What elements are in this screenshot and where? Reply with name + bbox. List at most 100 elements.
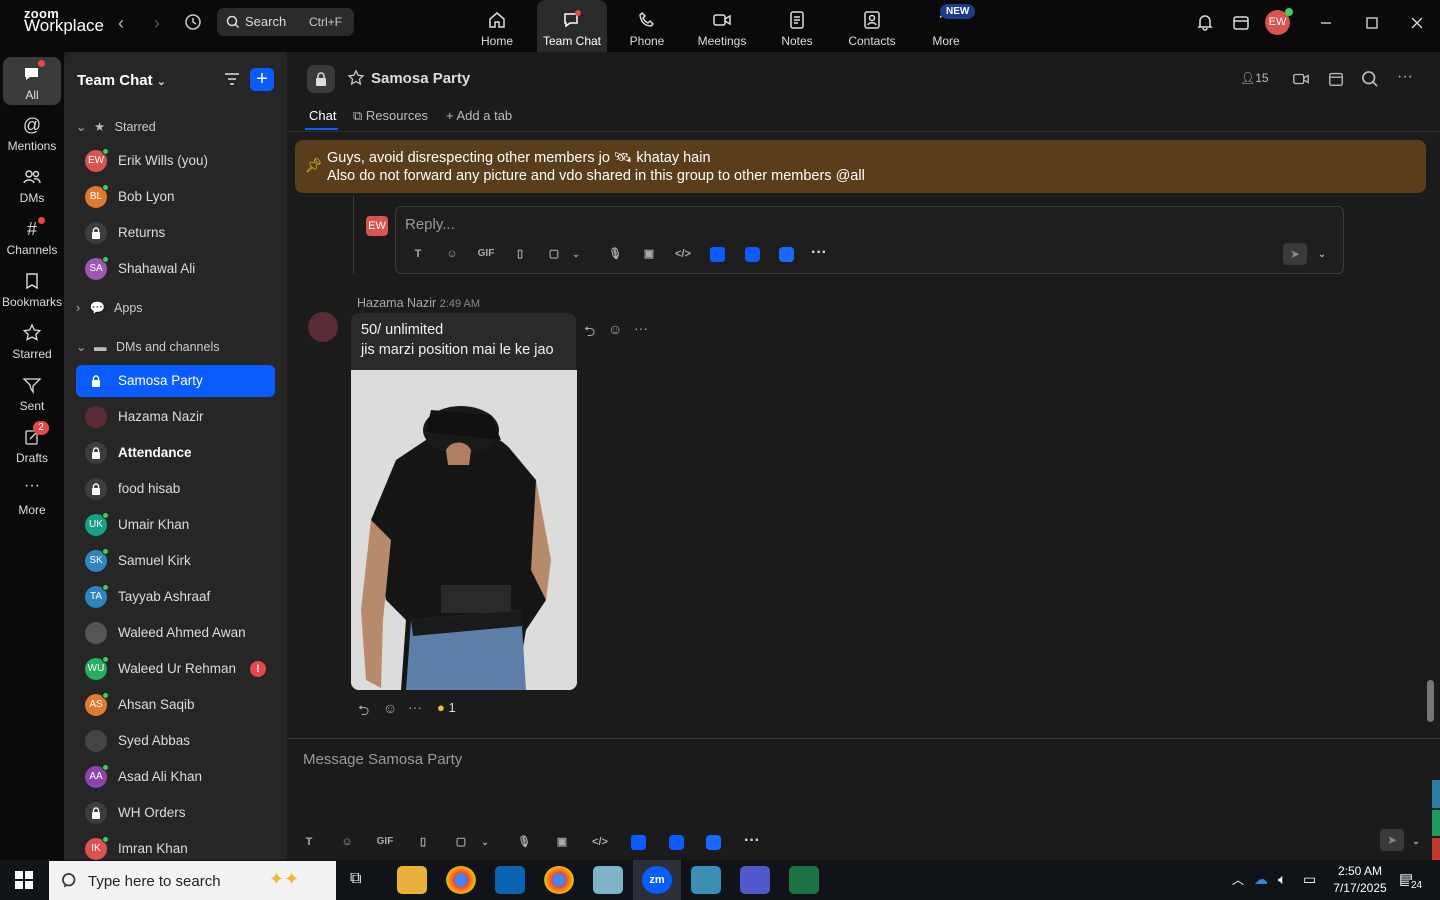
close-icon[interactable] <box>1406 12 1428 34</box>
more-tools-icon[interactable]: ··· <box>743 832 761 850</box>
app-icon[interactable] <box>593 866 623 894</box>
pinned-message[interactable]: 📌︎ Guys, avoid disrespecting other membe… <box>295 140 1426 193</box>
add-reaction-icon-bottom[interactable]: ☺ <box>383 700 397 716</box>
back-arrow-icon[interactable]: ‹ <box>111 13 131 33</box>
sidebar-item[interactable]: AA Asad Ali Khan <box>76 761 275 793</box>
nav-meetings[interactable]: Meetings <box>687 0 757 52</box>
rail-more[interactable]: ··· More <box>0 478 64 518</box>
nav-phone[interactable]: Phone <box>612 0 682 52</box>
message-image[interactable] <box>351 370 577 690</box>
screenshot-icon[interactable]: ▢ <box>545 245 563 263</box>
new-chat-button[interactable]: + <box>250 68 274 91</box>
more-tools-icon[interactable]: ··· <box>810 244 828 262</box>
reaction-chip[interactable]: ● 1 <box>437 700 456 715</box>
sidebar-item[interactable]: food hisab <box>76 473 275 505</box>
vpn-app-icon[interactable] <box>691 866 721 894</box>
calendar-app-icon[interactable] <box>1231 12 1251 32</box>
forward-arrow-icon[interactable]: › <box>147 13 167 33</box>
calendar-icon[interactable] <box>1327 70 1345 88</box>
sidebar-item[interactable]: Syed Abbas <box>76 725 275 757</box>
reply-input[interactable]: Reply... T ☺ GIF ▯ ▢ ⌄ 🎙︎ ▣ </> ··· ➤ ⌄ <box>395 206 1344 274</box>
chevron-down-icon[interactable]: ⌄ <box>567 245 585 263</box>
message-composer[interactable]: Message Samosa Party T ☺ GIF ▯ ▢ ⌄ 🎙︎ ▣ … <box>287 738 1440 860</box>
nav-team-chat[interactable]: Team Chat <box>537 0 607 52</box>
app-shortcut-1-icon[interactable] <box>710 247 725 262</box>
star-channel-icon[interactable] <box>347 69 365 87</box>
microphone-icon[interactable]: 🎙︎ <box>606 245 624 263</box>
send-button[interactable]: ➤ <box>1380 829 1404 851</box>
taskbar-search[interactable]: Type here to search ✦✦ <box>49 861 336 900</box>
file-explorer-icon[interactable] <box>397 866 427 894</box>
bell-icon[interactable] <box>1195 12 1215 32</box>
tray-chevron-up-icon[interactable]: ︿ <box>1232 871 1244 888</box>
sidebar-item[interactable]: Waleed Ahmed Awan <box>76 617 275 649</box>
code-icon[interactable]: </> <box>591 833 609 851</box>
history-icon[interactable] <box>183 12 203 32</box>
sidebar-item[interactable]: Attendance <box>76 437 275 469</box>
chevron-down-icon[interactable]: ⌄ <box>476 833 494 851</box>
rail-drafts[interactable]: Drafts <box>0 427 64 465</box>
format-text-icon[interactable]: T <box>409 245 427 263</box>
add-reaction-icon[interactable]: ☺ <box>608 321 622 337</box>
file-icon[interactable]: ▯ <box>414 833 432 851</box>
scrollbar-thumb[interactable] <box>1427 680 1434 722</box>
sidebar-item[interactable]: BL Bob Lyon <box>76 181 275 213</box>
sidebar-item[interactable]: TA Tayyab Ashraaf <box>76 581 275 613</box>
sidebar-item[interactable]: SA Shahawal Ali <box>76 253 275 285</box>
sidebar-item[interactable]: Hazama Nazir <box>76 401 275 433</box>
tab-chat[interactable]: Chat <box>309 108 336 123</box>
teams-icon[interactable] <box>740 866 770 894</box>
emoji-icon[interactable]: ☺ <box>443 245 461 263</box>
microphone-icon[interactable]: 🎙︎ <box>515 833 533 851</box>
screenshot-icon[interactable]: ▢ <box>452 833 470 851</box>
sidebar-item[interactable]: AS Ahsan Saqib <box>76 689 275 721</box>
tab-resources[interactable]: ⧉ Resources <box>353 108 428 124</box>
gif-icon[interactable]: GIF <box>376 833 394 851</box>
app-shortcut-1-icon[interactable] <box>631 835 646 850</box>
nav-contacts[interactable]: Contacts <box>837 0 907 52</box>
filter-icon[interactable] <box>223 70 241 88</box>
sidebar-item[interactable]: Returns <box>76 217 275 249</box>
send-options-icon[interactable]: ⌄ <box>1407 832 1425 850</box>
message-more-icon-bottom[interactable]: ··· <box>408 699 422 715</box>
channel-title[interactable]: Samosa Party <box>371 70 470 87</box>
emoji-icon[interactable]: ☺ <box>338 833 356 851</box>
app-shortcut-2-icon[interactable] <box>669 835 684 850</box>
message-more-icon[interactable]: ··· <box>634 320 648 336</box>
rail-sent[interactable]: Sent <box>0 375 64 413</box>
rail-mentions[interactable]: @ Mentions <box>0 115 64 153</box>
clock[interactable]: 2:50 AM 7/17/2025 <box>1329 864 1391 895</box>
rail-bookmarks[interactable]: Bookmarks <box>0 271 64 309</box>
rail-starred[interactable]: Starred <box>0 323 64 361</box>
section-dms-channels[interactable]: ⌄ ▬ DMs and channels <box>76 339 219 354</box>
code-icon[interactable]: </> <box>674 245 692 263</box>
reply-thread-icon-bottom[interactable]: ⮌ <box>358 700 369 724</box>
format-text-icon[interactable]: T <box>300 833 318 851</box>
minimize-icon[interactable] <box>1315 12 1337 34</box>
chrome-icon[interactable] <box>446 866 476 894</box>
gif-icon[interactable]: GIF <box>477 245 495 263</box>
app-shortcut-2-icon[interactable] <box>745 247 760 262</box>
sidebar-item[interactable]: Samosa Party <box>76 365 275 397</box>
rail-channels[interactable]: # Channels <box>0 219 64 257</box>
sidebar-title[interactable]: Team Chat ⌄ <box>77 72 166 89</box>
sidebar-item[interactable]: WU Waleed Ur Rehman! <box>76 653 275 685</box>
maximize-icon[interactable] <box>1361 12 1383 34</box>
sidebar-item[interactable]: EW Erik Wills (you) <box>76 145 275 177</box>
sender-avatar[interactable] <box>308 312 338 342</box>
app-shortcut-3-icon[interactable] <box>779 247 794 262</box>
excel-icon[interactable] <box>789 866 819 894</box>
windows-start-icon[interactable] <box>15 871 33 889</box>
volume-muted-icon[interactable]: 🔈︎ <box>1278 871 1286 888</box>
nav-notes[interactable]: Notes <box>762 0 832 52</box>
app-shortcut-3-icon[interactable] <box>706 835 721 850</box>
task-view-icon[interactable]: ⧉ <box>350 870 361 888</box>
section-starred[interactable]: ⌄ ★ Starred <box>76 119 156 134</box>
video-message-icon[interactable]: ▣ <box>553 833 571 851</box>
section-apps[interactable]: › 💬 Apps <box>76 301 143 316</box>
chrome-profile-icon[interactable] <box>544 866 574 894</box>
more-options-icon[interactable]: ··· <box>1397 68 1413 86</box>
onedrive-icon[interactable]: ☁ <box>1254 871 1268 888</box>
reply-thread-icon[interactable]: ⮌ <box>584 321 595 345</box>
file-icon[interactable]: ▯ <box>511 245 529 263</box>
